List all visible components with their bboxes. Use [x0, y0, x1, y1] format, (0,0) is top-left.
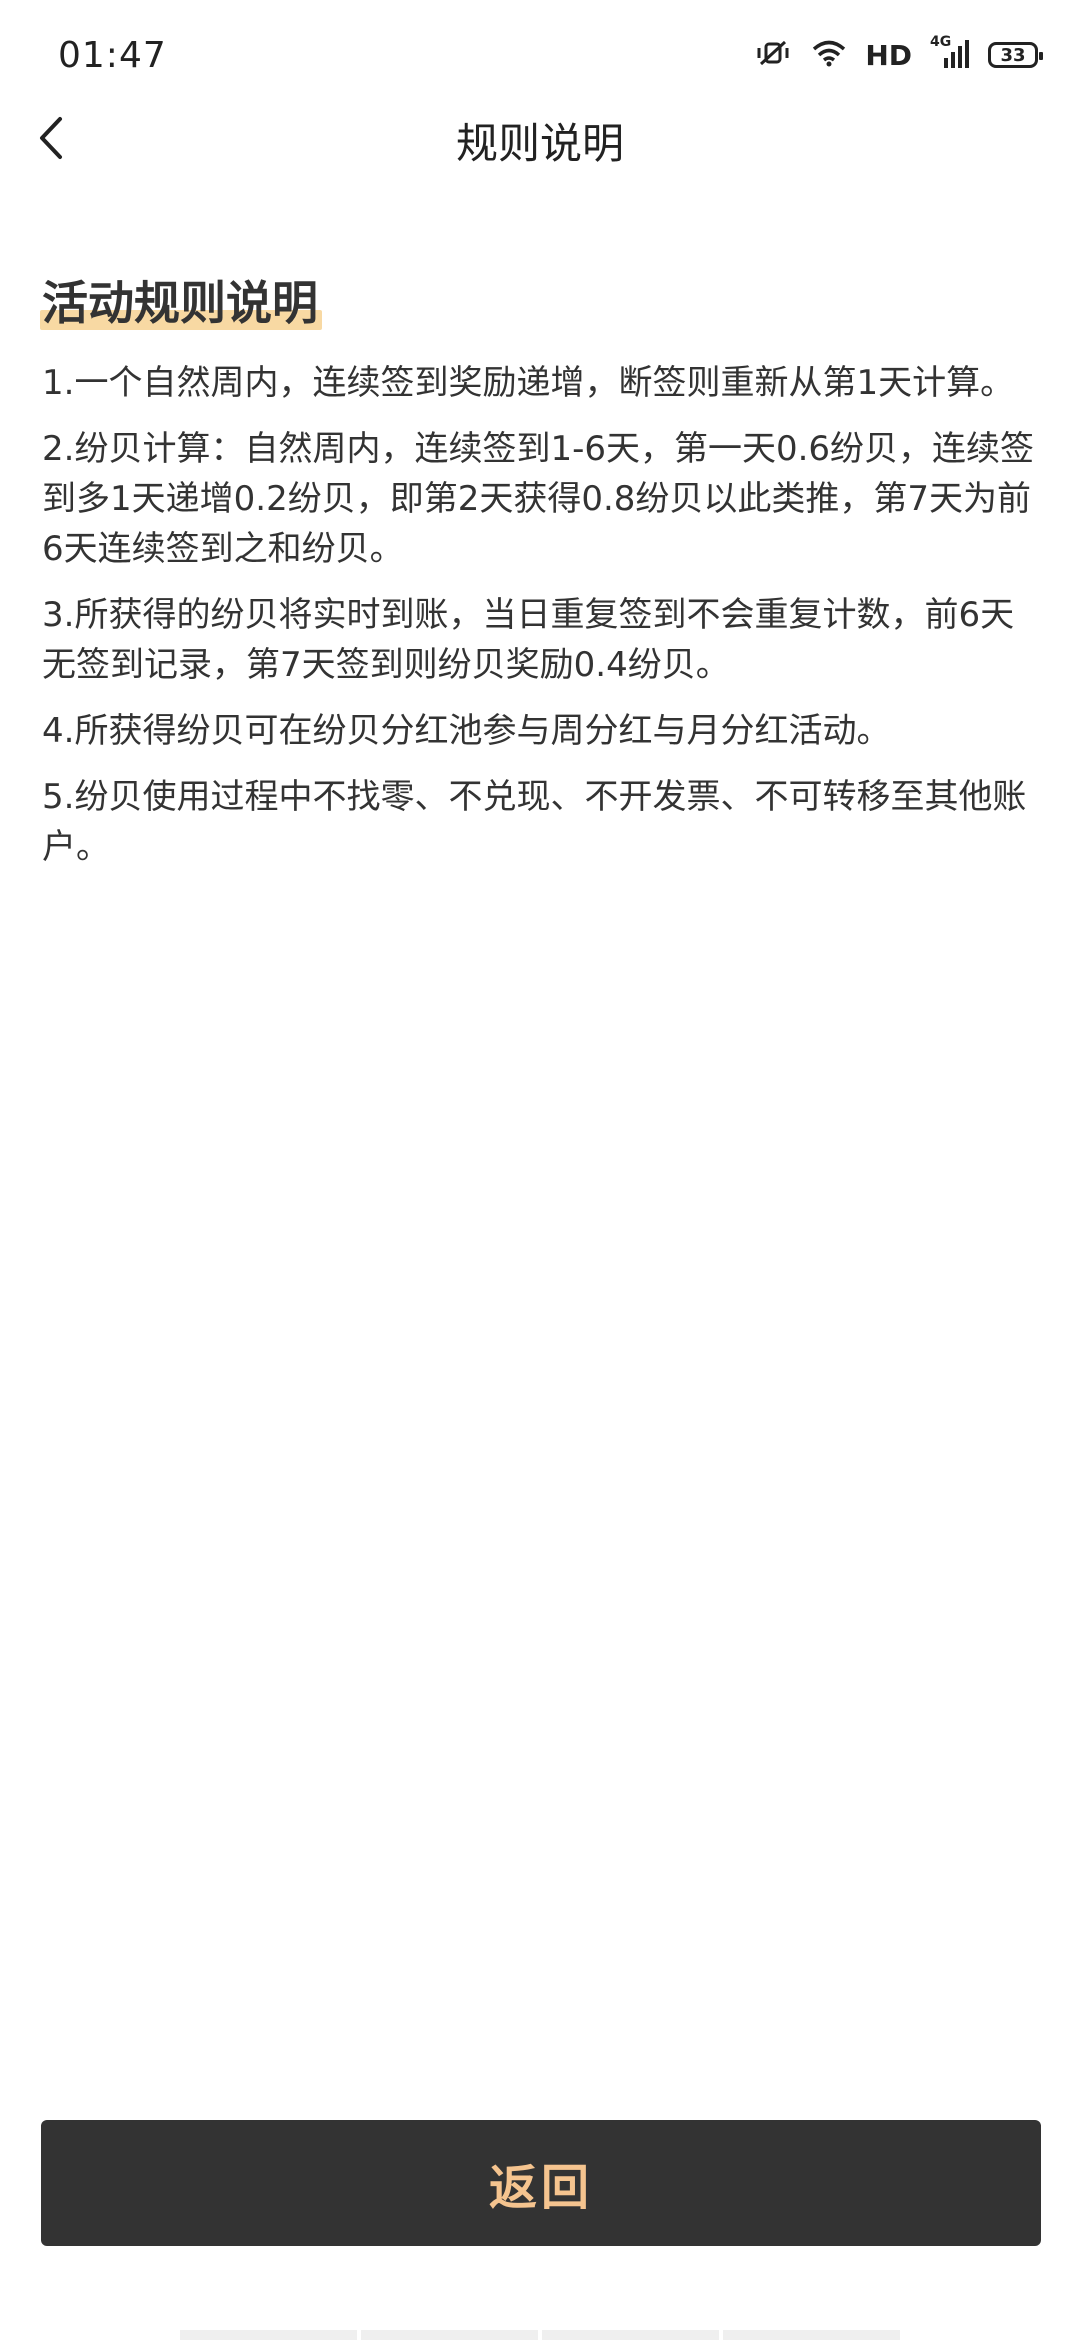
back-button[interactable] [36, 110, 86, 170]
bottom-strip-segment [361, 2330, 538, 2340]
rule-item: 1.一个自然周内，连续签到奖励递增，断签则重新从第1天计算。 [42, 363, 1015, 403]
status-icons: HD 4G 33 [753, 34, 1043, 72]
rule-item: 4.所获得纷贝可在纷贝分红池参与周分红与月分红活动。 [42, 711, 891, 751]
status-bar: 01:47 HD 4G 33 [0, 0, 1080, 110]
return-button-label: 返回 [488, 2162, 593, 2215]
rule-item: 5.纷贝使用过程中不找零、不兑现、不开发票、不可转移至其他账户。 [42, 777, 1027, 867]
status-time: 01:47 [58, 34, 167, 76]
signal-icon: 4G [930, 34, 970, 70]
chevron-left-icon [36, 115, 66, 165]
section-title-text: 活动规则说明 [42, 276, 318, 330]
page-title: 规则说明 [455, 118, 624, 168]
battery-icon: 33 [988, 42, 1043, 68]
section-title: 活动规则说明 [40, 272, 322, 334]
bottom-strip-segment [180, 2330, 357, 2340]
header: 规则说明 [0, 110, 1080, 170]
rules-list: 1.一个自然周内，连续签到奖励递增，断签则重新从第1天计算。 2.纷贝计算：自然… [42, 358, 1042, 872]
bottom-strip-segment [723, 2330, 900, 2340]
return-button[interactable]: 返回 [41, 2120, 1041, 2246]
bottom-strip-segment [542, 2330, 719, 2340]
battery-level: 33 [1000, 44, 1026, 66]
screen: 01:47 HD 4G 33 规则说明 活动规则说明 1.一个自然周内，连续签到… [0, 0, 1080, 2340]
rule-item: 2.纷贝计算：自然周内，连续签到1-6天，第一天0.6纷贝，连续签到多1天递增0… [42, 429, 1035, 569]
rule-item: 3.所获得的纷贝将实时到账，当日重复签到不会重复计数，前6天无签到记录，第7天签… [42, 595, 1015, 685]
rules-content: 活动规则说明 1.一个自然周内，连续签到奖励递增，断签则重新从第1天计算。 2.… [40, 272, 1042, 888]
network-label: 4G [930, 34, 952, 50]
hd-label: HD [865, 38, 912, 72]
wifi-icon [811, 38, 847, 72]
bottom-strip [180, 2330, 900, 2340]
mute-vibrate-icon [753, 38, 793, 72]
